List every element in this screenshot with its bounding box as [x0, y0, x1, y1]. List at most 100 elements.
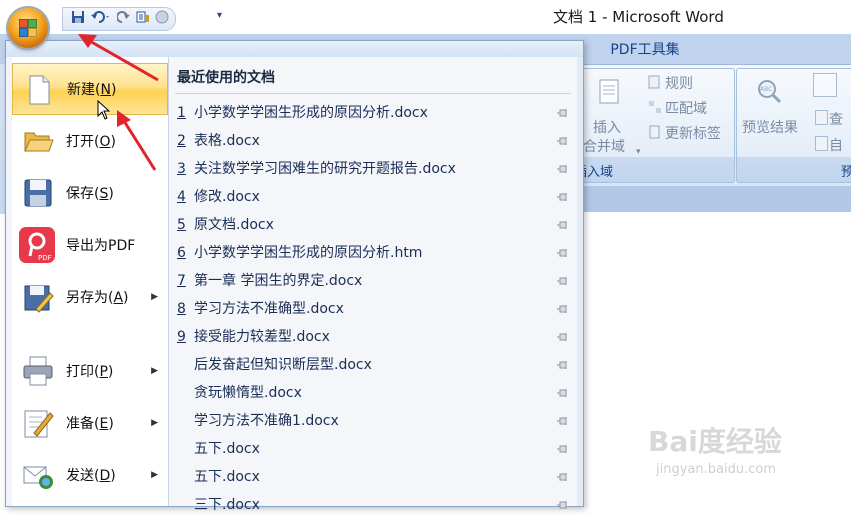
- submenu-arrow-icon: ▶: [151, 470, 158, 480]
- recent-document-item[interactable]: 8 学习方法不准确型.docx: [169, 295, 577, 323]
- recent-documents-pane: 最近使用的文档 1 小学数学学困生形成的原因分析.docx 2 表格.docx 3 关注数…: [169, 57, 577, 513]
- menu-item-print-text: 打印: [66, 364, 94, 380]
- menu-item-save-as[interactable]: 另存为(A) ▶: [12, 271, 168, 323]
- recent-document-name: 五下.docx: [194, 469, 260, 485]
- office-menu-commands: 新建(N) 打开(O) 保存(S) PDF 导出为PDF 另存为(A) ▶ 打印…: [12, 57, 169, 506]
- menu-item-prepare[interactable]: 准备(E) ▶: [12, 397, 168, 449]
- recent-document-item[interactable]: 6 小学数学学困生形成的原因分析.htm: [169, 239, 577, 267]
- recent-document-name: 小学数学学困生形成的原因分析.docx: [194, 105, 428, 121]
- recent-document-item[interactable]: 5 原文档.docx: [169, 211, 577, 239]
- recent-document-name: 表格.docx: [194, 133, 260, 149]
- preview-results-button[interactable]: 预览结果: [742, 117, 798, 137]
- first-record-icon[interactable]: [813, 73, 837, 97]
- svg-text:PDF: PDF: [38, 254, 52, 262]
- svg-text:ABC: ABC: [760, 86, 772, 93]
- recent-document-item[interactable]: 7 第一章 学困生的界定.docx: [169, 267, 577, 295]
- menu-item-prepare-label: 准备(E): [66, 416, 114, 432]
- pin-icon[interactable]: [557, 136, 569, 146]
- update-labels-icon: [648, 125, 662, 143]
- recent-document-item[interactable]: 2 表格.docx: [169, 127, 577, 155]
- redo-icon[interactable]: [116, 10, 131, 28]
- recent-document-item[interactable]: 学习方法不准确1.docx: [169, 407, 577, 435]
- recent-document-item[interactable]: 3 关注数学学习困难生的研究开题报告.docx: [169, 155, 577, 183]
- insert-merge-field-icon: [598, 79, 622, 109]
- pin-icon[interactable]: [557, 360, 569, 370]
- recent-document-name: 学习方法不准确1.docx: [194, 413, 339, 429]
- recent-document-number: 8: [177, 301, 186, 317]
- pin-icon[interactable]: [557, 164, 569, 174]
- pin-icon[interactable]: [557, 388, 569, 398]
- tab-pdf-tools[interactable]: PDF工具集: [590, 38, 700, 64]
- circle-button-icon[interactable]: [155, 10, 169, 28]
- recent-document-item[interactable]: 4 修改.docx: [169, 183, 577, 211]
- search-record-button[interactable]: 查: [829, 109, 843, 129]
- undo-icon[interactable]: [90, 10, 112, 28]
- recent-document-name: 第一章 学困生的界定.docx: [194, 273, 363, 289]
- watermark-url: jingyan.baidu.com: [656, 462, 776, 477]
- format-painter-icon[interactable]: [136, 10, 150, 28]
- send-icon: [22, 459, 54, 491]
- menu-item-print[interactable]: 打印(P) ▶: [12, 345, 168, 397]
- menu-item-send[interactable]: 发送(D) ▶: [12, 449, 168, 501]
- ribbon-group-preview: ABC 预览结果 查 自 预: [736, 68, 851, 183]
- recent-document-number: 6: [177, 245, 186, 261]
- printer-icon: [22, 355, 54, 387]
- save-floppy-icon: [22, 177, 54, 209]
- menu-item-save-as-key: A: [113, 290, 124, 306]
- menu-item-open-label: 打开(O): [66, 134, 116, 150]
- insert-merge-field-label-2[interactable]: 合并域: [583, 136, 625, 156]
- prepare-icon: [22, 407, 54, 439]
- recent-document-name: 后发奋起但知识断层型.docx: [194, 357, 372, 373]
- recent-document-number: 5: [177, 217, 186, 233]
- pin-icon[interactable]: [557, 416, 569, 426]
- recent-document-item[interactable]: 后发奋起但知识断层型.docx: [169, 351, 577, 379]
- menu-item-save-text: 保存: [66, 186, 94, 202]
- recent-document-name: 贪玩懒惰型.docx: [194, 385, 302, 401]
- pin-icon[interactable]: [557, 332, 569, 342]
- preview-results-icon: ABC: [755, 77, 783, 109]
- recent-document-number: 9: [177, 329, 186, 345]
- pin-icon[interactable]: [557, 108, 569, 118]
- recent-document-item[interactable]: 9 接受能力较差型.docx: [169, 323, 577, 351]
- pin-icon[interactable]: [557, 248, 569, 258]
- divider: [175, 93, 571, 94]
- pin-icon[interactable]: [557, 500, 569, 510]
- recent-document-item[interactable]: 三下.docx: [169, 491, 577, 519]
- menu-item-print-key: P: [99, 364, 108, 380]
- recent-documents-title: 最近使用的文档: [177, 70, 275, 86]
- rules-button[interactable]: 规则: [665, 73, 693, 93]
- save-icon[interactable]: [71, 10, 85, 28]
- menu-item-save-as-text: 另存为: [66, 290, 108, 306]
- qat-customize-icon[interactable]: ▾: [217, 10, 222, 21]
- recent-document-item[interactable]: 贪玩懒惰型.docx: [169, 379, 577, 407]
- recent-document-item[interactable]: 五下.docx: [169, 463, 577, 491]
- menu-item-new[interactable]: 新建(N): [12, 63, 168, 120]
- menu-item-export-pdf-label: 导出为PDF: [66, 238, 136, 254]
- menu-item-export-pdf[interactable]: PDF 导出为PDF: [12, 219, 168, 271]
- menu-item-save[interactable]: 保存(S): [12, 167, 168, 219]
- menu-item-open-key: O: [99, 134, 111, 150]
- submenu-arrow-icon: ▶: [151, 366, 158, 376]
- recent-document-number: 7: [177, 273, 186, 289]
- auto-check-button[interactable]: 自: [829, 135, 843, 155]
- match-fields-button[interactable]: 匹配域: [665, 98, 707, 118]
- pin-icon[interactable]: [557, 444, 569, 454]
- update-labels-button[interactable]: 更新标签: [665, 123, 721, 143]
- pin-icon[interactable]: [557, 220, 569, 230]
- menu-item-open[interactable]: 打开(O): [12, 115, 168, 167]
- dropdown-arrow-icon: ▾: [636, 147, 641, 157]
- pin-icon[interactable]: [557, 192, 569, 202]
- recent-document-name: 五下.docx: [194, 441, 260, 457]
- menu-item-prepare-text: 准备: [66, 416, 94, 432]
- pin-icon[interactable]: [557, 472, 569, 482]
- recent-document-item[interactable]: 1 小学数学学困生形成的原因分析.docx: [169, 99, 577, 127]
- office-button[interactable]: [8, 8, 48, 48]
- pin-icon[interactable]: [557, 304, 569, 314]
- insert-merge-field-label-1[interactable]: 插入: [593, 117, 621, 137]
- ribbon-group-insert-field: 插入 合并域 ▾ 规则 匹配域 更新标签 插入域: [565, 68, 735, 183]
- menu-item-send-label: 发送(D): [66, 468, 116, 484]
- pin-icon[interactable]: [557, 276, 569, 286]
- recent-document-item[interactable]: 五下.docx: [169, 435, 577, 463]
- recent-document-name: 原文档.docx: [194, 217, 274, 233]
- menu-item-send-key: D: [99, 468, 111, 484]
